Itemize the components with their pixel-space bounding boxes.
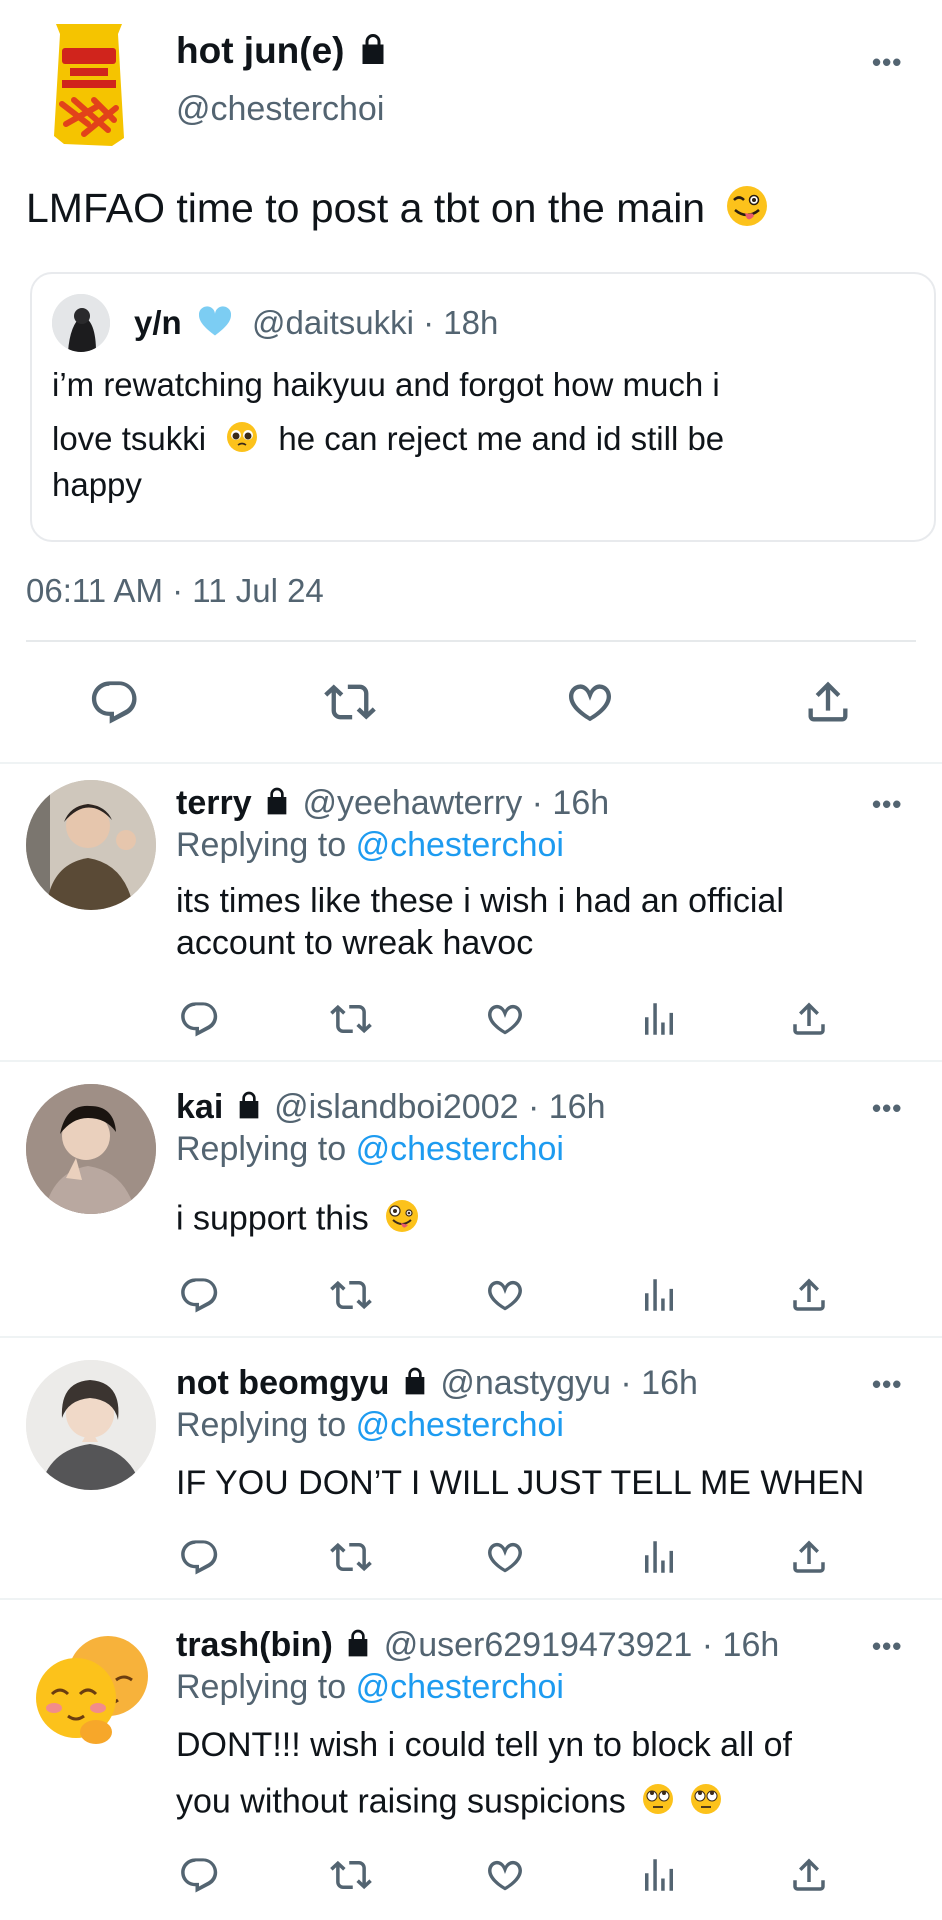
reply-avatar[interactable] [26,1622,156,1752]
reply-text-line1: its times like these i wish i had an off… [176,882,784,920]
mention-link[interactable]: @chesterchoi [356,1130,564,1168]
views-icon[interactable] [638,998,680,1040]
reply-text-content: you without raising suspicions [176,1782,626,1821]
reply-handle-time: @user62919473921 · 16h [383,1626,780,1664]
replying-to: Replying to @chesterchoi [176,1130,564,1169]
reply-header: kai @islandboi2002 · 16h [176,1088,605,1130]
retweet-icon[interactable] [330,1274,372,1316]
retweet-icon[interactable] [330,998,372,1040]
reply-header: trash(bin) @user62919473921 · 16h [176,1626,779,1668]
reply-icon[interactable] [88,676,140,728]
winking-tongue-emoji-icon [725,184,769,238]
main-avatar[interactable] [48,20,130,148]
reply-handle-time: @islandboi2002 · 16h [274,1088,606,1126]
more-icon[interactable]: ••• [872,1633,902,1659]
replying-to: Replying to @chesterchoi [176,1668,564,1707]
reply-handle-time: @nastygyu · 16h [440,1364,698,1402]
reply-text-line2: account to wreak havoc [176,924,534,962]
reply-name[interactable]: kai [176,1088,223,1126]
author-display-name[interactable]: hot jun(e) [176,30,345,71]
light-blue-heart-icon [197,305,233,345]
divider [0,1060,942,1062]
replying-to: Replying to @chesterchoi [176,1406,564,1445]
eye-roll-emoji-icon [641,1782,675,1825]
retweet-icon[interactable] [324,676,376,728]
like-icon[interactable] [564,676,616,728]
tweet-timestamp[interactable]: 06:11 AM · 11 Jul 24 [26,572,324,610]
divider [0,1336,942,1338]
share-icon[interactable] [788,998,830,1040]
reply-avatar[interactable] [26,1084,156,1214]
like-icon[interactable] [484,1854,526,1896]
tweet-text: LMFAO time to post a tbt on the main [26,184,769,238]
lock-icon [399,1365,431,1406]
zany-face-emoji-icon [384,1198,420,1243]
quoted-name: y/n [134,304,182,341]
reply-header: not beomgyu @nastygyu · 16h [176,1364,698,1406]
author-name-row: hot jun(e) [176,30,391,76]
share-icon[interactable] [802,676,854,728]
reply-text-content: i support this [176,1199,369,1238]
reply-text-line2: you without raising suspicions [176,1782,723,1825]
reply-icon[interactable] [178,1536,220,1578]
like-icon[interactable] [484,1274,526,1316]
share-icon[interactable] [788,1536,830,1578]
more-icon[interactable]: ••• [872,1095,902,1121]
retweet-icon[interactable] [330,1854,372,1896]
replying-to-label: Replying to [176,1130,347,1168]
quoted-header: y/n @daitsukki · 18h [134,304,498,345]
mention-link[interactable]: @chesterchoi [356,1406,564,1444]
views-icon[interactable] [638,1274,680,1316]
quoted-tweet-card[interactable]: y/n @daitsukki · 18h i’m rewatching haik… [30,272,936,542]
lock-icon [355,31,391,76]
lock-icon [261,785,293,826]
replying-to-label: Replying to [176,826,347,864]
pleading-face-emoji-icon [225,420,259,462]
quoted-text-line2-b: he can reject me and id still be [278,420,725,457]
eye-roll-emoji-icon [689,1782,723,1825]
mention-link[interactable]: @chesterchoi [356,826,564,864]
reply-name[interactable]: terry [176,784,252,822]
quoted-text-line2: love tsukki he can reject me and id stil… [52,420,724,462]
more-icon[interactable]: ••• [872,1371,902,1397]
mention-link[interactable]: @chesterchoi [356,1668,564,1706]
replying-to-label: Replying to [176,1406,347,1444]
author-handle[interactable]: @chesterchoi [176,90,384,129]
quoted-handle-time: @daitsukki · 18h [252,304,499,341]
replying-to-label: Replying to [176,1668,347,1706]
share-icon[interactable] [788,1854,830,1896]
like-icon[interactable] [484,1536,526,1578]
reply-handle-time: @yeehawterry · 16h [302,784,610,822]
reply-text-line1: IF YOU DON’T I WILL JUST TELL ME WHEN [176,1464,865,1502]
reply-icon[interactable] [178,1274,220,1316]
quoted-avatar [52,294,110,352]
more-icon[interactable]: ••• [872,791,902,817]
replying-to: Replying to @chesterchoi [176,826,564,865]
reply-icon[interactable] [178,998,220,1040]
divider [0,762,942,764]
views-icon[interactable] [638,1536,680,1578]
reply-name[interactable]: trash(bin) [176,1626,333,1664]
reply-header: terry @yeehawterry · 16h [176,784,609,826]
divider [0,1598,942,1600]
reply-text-line1: i support this [176,1198,420,1243]
reply-icon[interactable] [178,1854,220,1896]
quoted-text-line3: happy [52,466,142,503]
lock-icon [233,1089,265,1130]
share-icon[interactable] [788,1274,830,1316]
reply-avatar[interactable] [26,1360,156,1490]
views-icon[interactable] [638,1854,680,1896]
reply-text-line1: DONT!!! wish i could tell yn to block al… [176,1726,793,1764]
quoted-text-line2-a: love tsukki [52,420,207,457]
lock-icon [342,1627,374,1668]
divider [26,640,916,642]
reply-name[interactable]: not beomgyu [176,1364,389,1402]
quoted-text-line1: i’m rewatching haikyuu and forgot how mu… [52,366,720,403]
tweet-text-content: LMFAO time to post a tbt on the main [26,184,706,231]
more-icon[interactable]: ••• [872,49,902,75]
reply-avatar[interactable] [26,780,156,910]
retweet-icon[interactable] [330,1536,372,1578]
like-icon[interactable] [484,998,526,1040]
